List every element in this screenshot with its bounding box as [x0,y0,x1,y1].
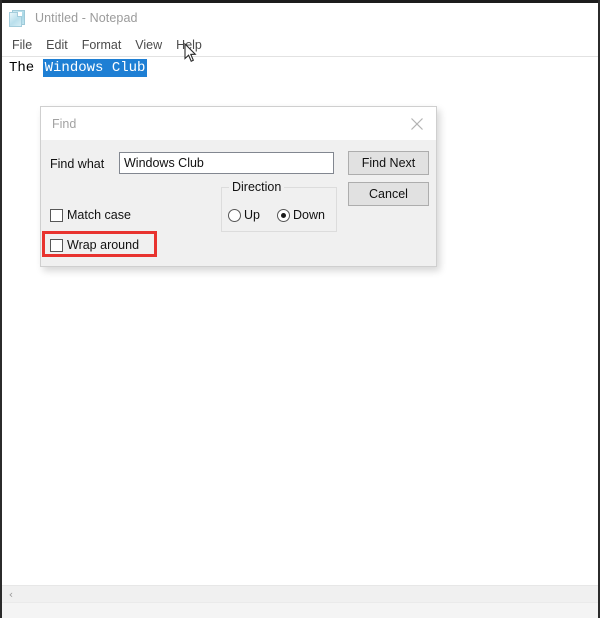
find-dialog-titlebar[interactable]: Find [41,107,436,140]
find-dialog: Find Find what Find Next Cancel Directio… [40,106,437,267]
find-dialog-title: Find [52,116,77,131]
radio-down-label: Down [293,208,325,222]
radio-down-indicator-icon[interactable] [277,208,290,222]
close-icon-glyph [411,117,423,130]
document-text-selection: Windows Club [42,59,148,77]
checkbox-wrap-around[interactable]: Wrap around [50,238,139,252]
close-icon[interactable] [398,107,436,140]
find-next-button[interactable]: Find Next [348,151,429,175]
menu-item-file[interactable]: File [12,38,32,52]
document-text-line: The Windows Club [9,59,148,78]
radio-direction-up[interactable]: Up [228,208,260,222]
radio-up-label: Up [244,208,260,222]
find-what-label: Find what [50,157,105,171]
direction-groupbox: Direction Up Down [221,180,337,232]
cancel-button[interactable]: Cancel [348,182,429,206]
notepad-app-icon [9,9,26,27]
menu-item-edit[interactable]: Edit [46,38,68,52]
notepad-titlebar[interactable]: Untitled - Notepad [2,3,598,33]
checkbox-wrap-around-label: Wrap around [67,238,140,252]
checkbox-match-case[interactable]: Match case [50,208,131,222]
checkbox-wrap-around-box-icon[interactable] [50,238,63,252]
scroll-left-chevron-icon[interactable]: ‹ [2,586,20,603]
horizontal-scrollbar[interactable]: ‹ [2,585,598,603]
document-text-unselected: The [9,60,43,76]
bottom-strip [2,602,598,618]
notepad-menubar: File Edit Format View Help [2,33,598,56]
find-dialog-body: Find what Find Next Cancel Direction Up … [41,140,436,266]
window-title: Untitled - Notepad [35,11,138,25]
icon-sheet-fold [17,11,22,17]
radio-up-indicator-icon[interactable] [228,208,241,222]
checkbox-match-case-box-icon[interactable] [50,208,63,222]
find-what-input[interactable] [119,152,334,174]
menu-item-view[interactable]: View [135,38,162,52]
checkbox-match-case-label: Match case [67,208,131,222]
menu-item-format[interactable]: Format [82,38,122,52]
scrollbar-track[interactable] [20,585,598,603]
mouse-cursor-arrow-icon [184,42,197,63]
radio-direction-down[interactable]: Down [277,208,325,222]
notepad-window: Untitled - Notepad File Edit Format View… [2,3,598,618]
screenshot-root: Untitled - Notepad File Edit Format View… [0,0,600,620]
direction-groupbox-legend: Direction [229,180,285,194]
